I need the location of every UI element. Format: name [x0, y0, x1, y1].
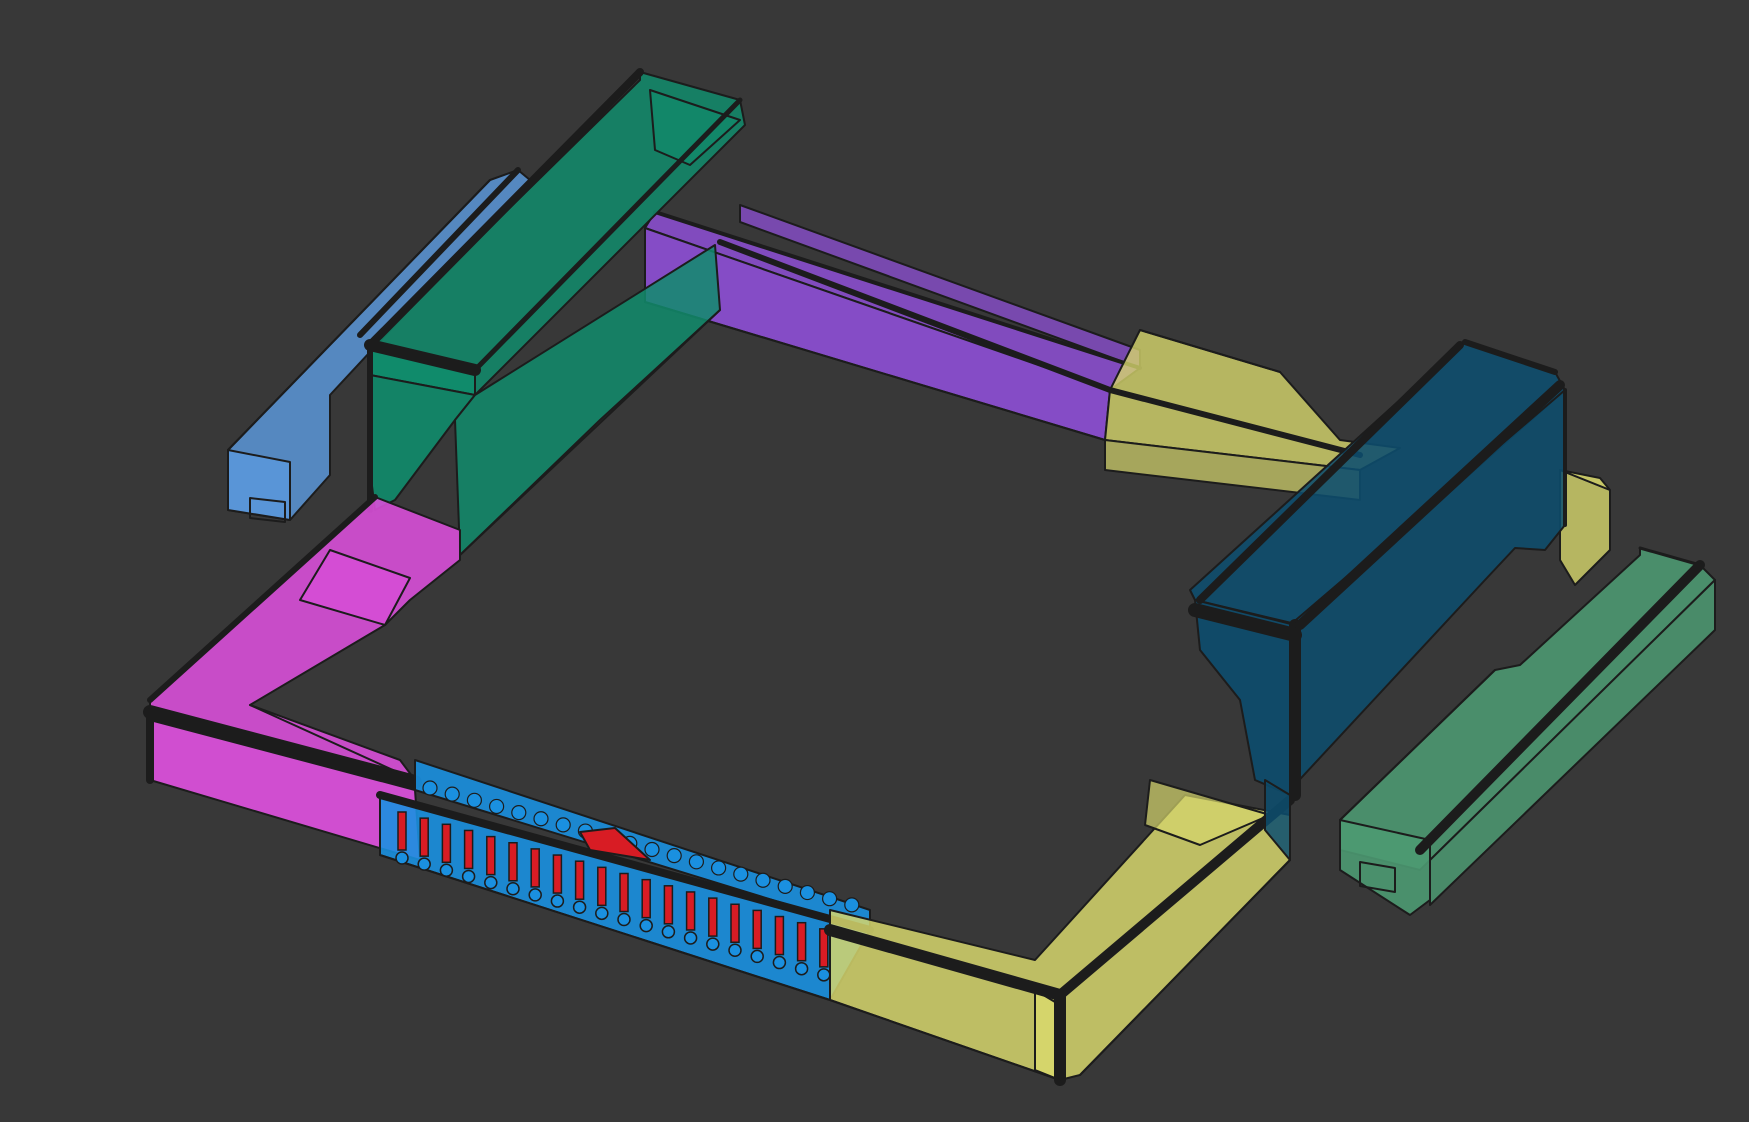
rack-tooth [441, 823, 452, 864]
rack-hole [595, 906, 609, 921]
rack-tooth [508, 842, 518, 882]
purple-segment[interactable] [644, 204, 1142, 441]
rack-tooth [486, 835, 496, 876]
rack-hole [706, 937, 720, 951]
rack-hole-top [799, 884, 816, 901]
rack-tooth [796, 921, 807, 962]
rack-hole [661, 925, 676, 939]
rack-tooth [597, 866, 607, 907]
rack-hole-top [666, 848, 682, 864]
rack-tooth [619, 872, 629, 913]
yellow-segment-front[interactable] [824, 779, 1295, 1086]
rack-hole [817, 968, 831, 982]
rack-hole-top [777, 878, 793, 895]
cad-model-scene[interactable] [0, 0, 1749, 1122]
rack-hole-top [533, 811, 549, 827]
rack-hole-top [422, 780, 438, 796]
rack-hole [439, 863, 454, 878]
rack-hole [772, 955, 787, 970]
rack-hole [461, 869, 476, 884]
rack-tooth [641, 878, 651, 919]
rack-hole [506, 882, 520, 896]
rack-hole-top [644, 841, 660, 858]
rack-hole-top [444, 786, 460, 802]
yellow-segment-right-tab[interactable] [1559, 469, 1611, 586]
rack-hole [794, 961, 809, 976]
rack-hole [572, 900, 587, 914]
rack-hole [728, 943, 742, 957]
rack-tooth [708, 897, 718, 937]
rack-hole-top [688, 854, 705, 870]
rack-tooth [752, 909, 762, 950]
rack-tooth [685, 891, 696, 931]
rack-tooth [552, 854, 563, 894]
rack-hole [417, 857, 431, 871]
rack-tooth [730, 903, 740, 943]
rack-hole [528, 888, 542, 902]
rack-tooth [574, 860, 585, 900]
rack-hole-top [733, 866, 749, 882]
green-riser[interactable] [364, 68, 746, 556]
rack-hole-top [511, 804, 527, 821]
rack-hole [750, 949, 764, 964]
rack-tooth [663, 885, 674, 925]
rack-hole-top [489, 798, 505, 815]
3d-viewport[interactable] [0, 0, 1749, 1122]
rack-hole-top [844, 897, 860, 913]
rack-hole-top [466, 792, 482, 808]
rack-hole [395, 851, 409, 865]
rack-tooth [463, 829, 474, 870]
rack-hole-top [755, 872, 771, 888]
rack-tooth [774, 915, 785, 956]
rack-hole [617, 912, 631, 927]
rack-hole-top [710, 860, 727, 876]
rack-hole [639, 918, 653, 933]
rack-tooth [530, 848, 540, 888]
rack-tooth [419, 817, 429, 857]
rack-hole [484, 875, 498, 890]
rack-hole [683, 931, 698, 945]
rack-hole-top [555, 817, 571, 833]
rack-tooth [397, 811, 407, 851]
rack-hole-top [821, 891, 838, 907]
rack-hole [550, 894, 565, 908]
